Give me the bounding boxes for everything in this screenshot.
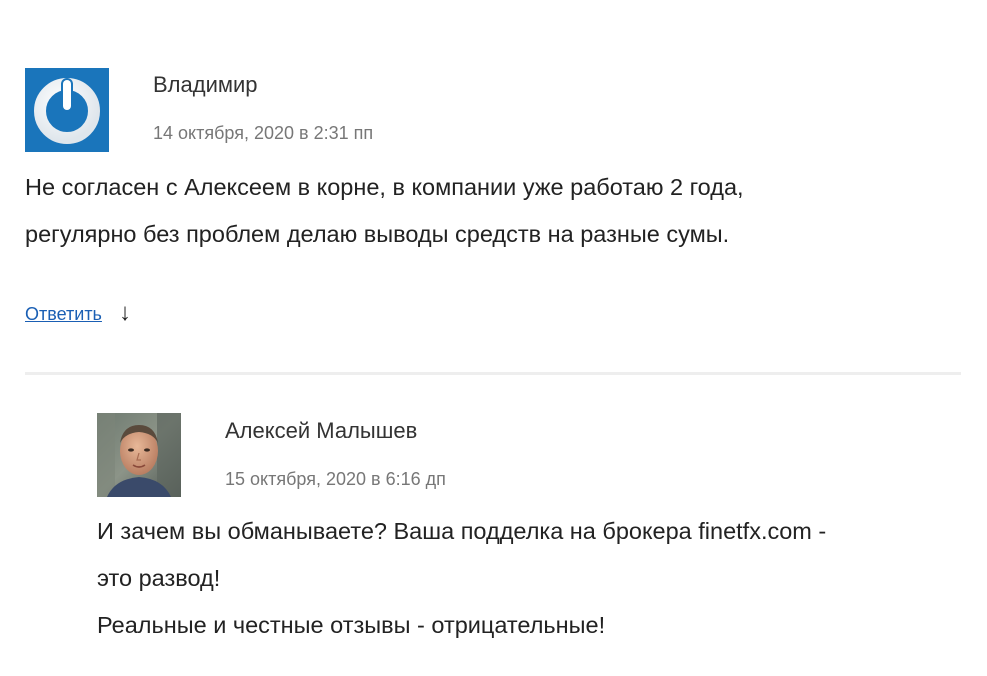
- comment-line: это развод!: [97, 565, 221, 591]
- comment-author: Алексей Малышев: [225, 418, 418, 443]
- power-icon: [34, 78, 100, 144]
- comment-divider: [25, 372, 961, 375]
- comment-date[interactable]: 15 октября, 2020 в 6:16 дп: [225, 469, 446, 490]
- reply-link[interactable]: Ответить: [25, 304, 102, 325]
- comment-line: И зачем вы обманываете? Ваша подделка на…: [97, 518, 827, 544]
- comment-line: Не согласен с Алексеем в корне, в компан…: [25, 174, 744, 200]
- arrow-down-icon: ↓: [119, 299, 131, 326]
- comment-date[interactable]: 14 октября, 2020 в 2:31 пп: [153, 123, 373, 144]
- comment-body: И зачем вы обманываете? Ваша подделка на…: [97, 508, 961, 649]
- avatar: [97, 413, 181, 497]
- comment-line: регулярно без проблем делаю выводы средс…: [25, 221, 730, 247]
- avatar: [25, 68, 109, 152]
- comment-line: Реальные и честные отзывы - отрицательны…: [97, 612, 606, 638]
- comment-body: Не согласен с Алексеем в корне, в компан…: [25, 164, 961, 258]
- comment-author: Владимир: [153, 72, 258, 97]
- user-photo-icon: [97, 413, 181, 497]
